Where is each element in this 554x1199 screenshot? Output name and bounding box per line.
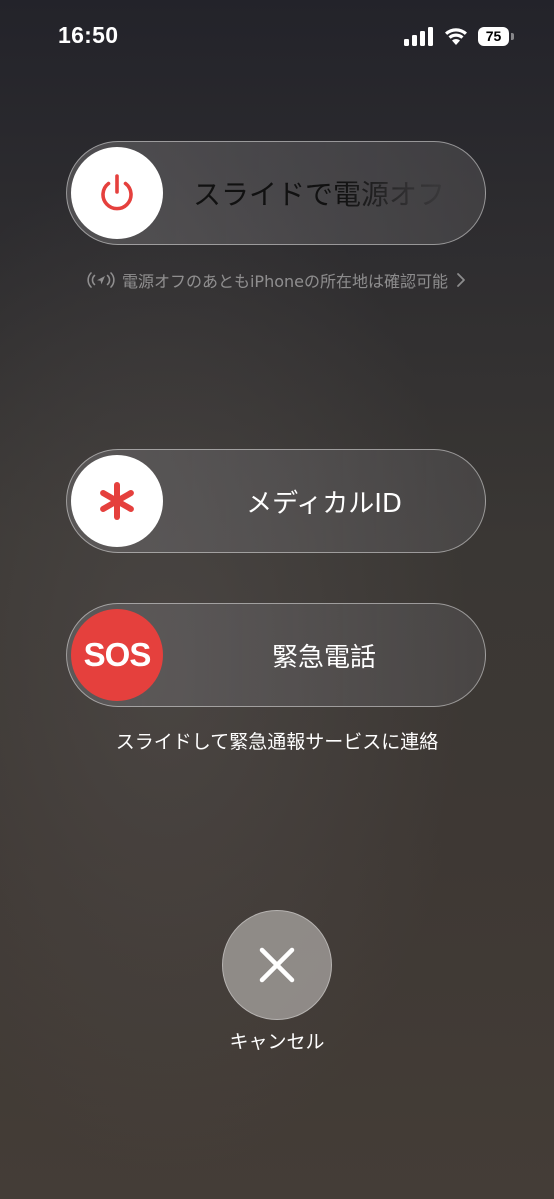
find-my-note[interactable]: 電源オフのあともiPhoneの所在地は確認可能 <box>0 268 554 292</box>
power-icon <box>101 174 133 211</box>
medical-id-slider[interactable]: メディカルID <box>66 449 486 553</box>
cancel-button[interactable] <box>222 910 332 1020</box>
chevron-right-icon <box>457 273 465 287</box>
close-icon <box>259 947 295 983</box>
location-icon <box>87 272 115 288</box>
battery-icon: 75 <box>478 27 509 46</box>
find-my-text: 電源オフのあともiPhoneの所在地は確認可能 <box>121 272 448 291</box>
sos-note: スライドして緊急通報サービスに連絡 <box>115 731 439 753</box>
power-off-slider[interactable]: スライドで電源オフ <box>66 141 486 245</box>
cancel-label: キャンセル <box>229 1031 325 1053</box>
power-off-label: スライドで電源オフ <box>193 178 446 211</box>
asterisk-icon <box>100 482 134 520</box>
sos-knob[interactable]: SOS <box>71 609 163 701</box>
emergency-sos-slider[interactable]: SOS 緊急電話 <box>66 603 486 707</box>
battery-cap <box>511 33 514 40</box>
emergency-call-label: 緊急電話 <box>271 642 376 673</box>
wifi-icon <box>445 28 467 45</box>
medical-id-label: メディカルID <box>246 488 402 519</box>
power-off-knob[interactable] <box>71 147 163 239</box>
medical-id-knob[interactable] <box>71 455 163 547</box>
signal-icon <box>404 27 433 46</box>
status-bar: 16:50 75 <box>0 0 554 72</box>
status-time: 16:50 <box>58 22 119 48</box>
